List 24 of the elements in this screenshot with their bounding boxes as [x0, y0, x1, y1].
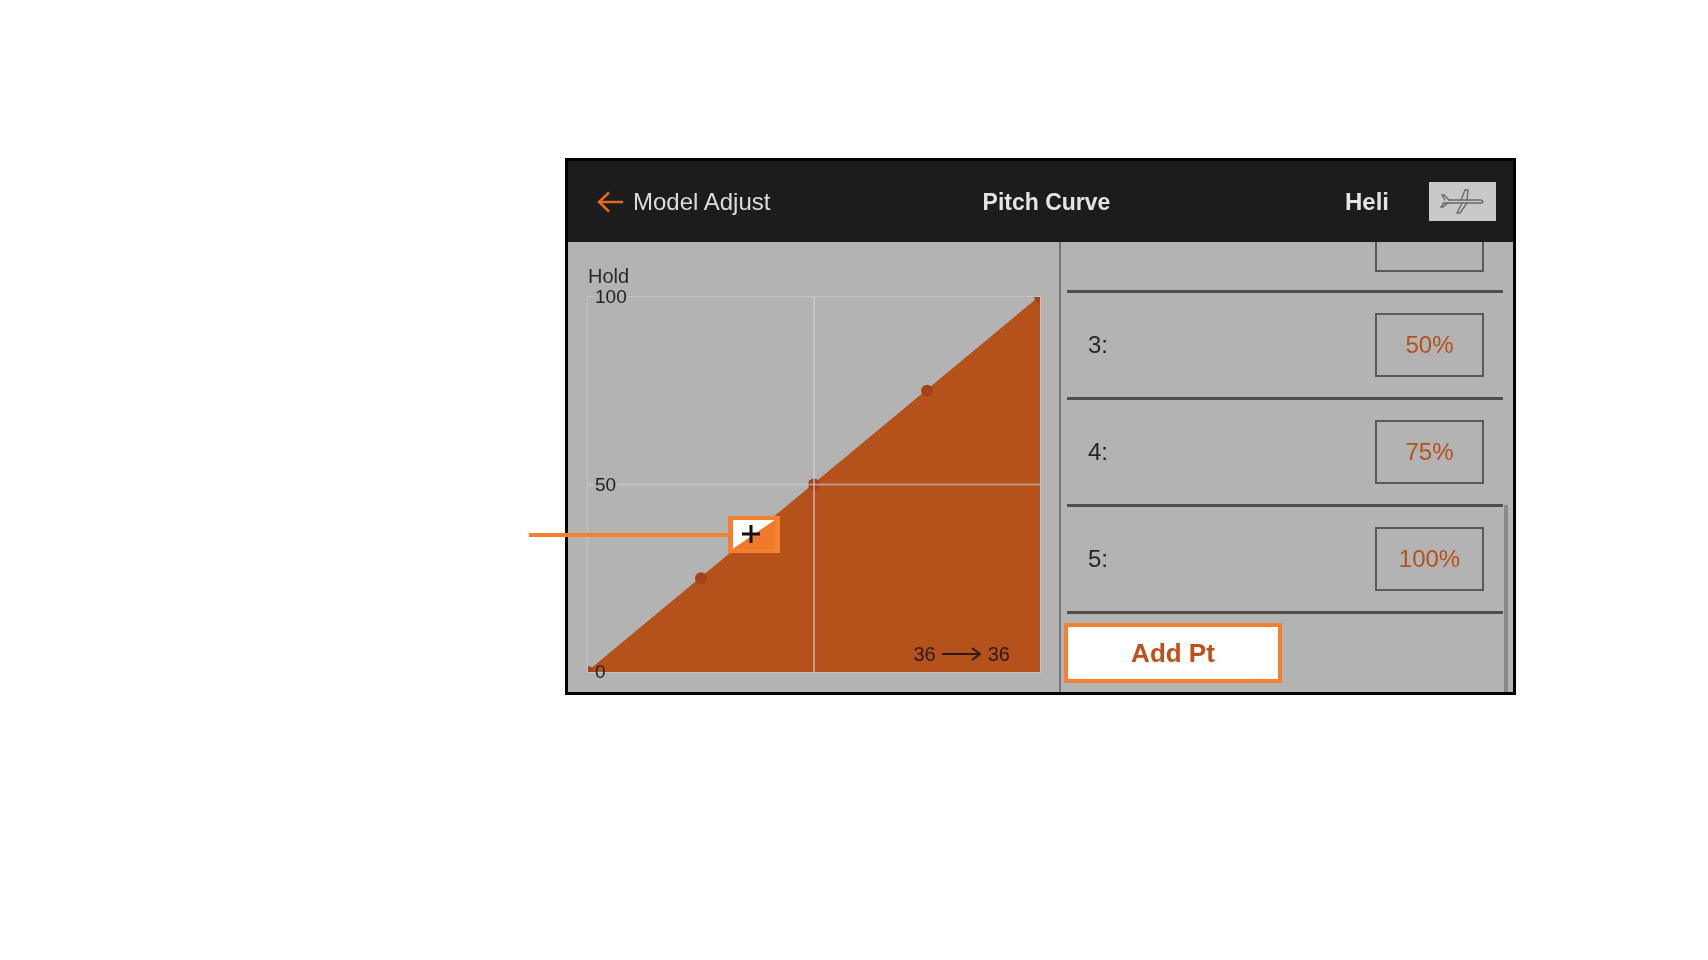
- scrollbar-thumb[interactable]: [1504, 505, 1508, 692]
- add-point-button[interactable]: Add Pt: [1064, 623, 1282, 683]
- point: [808, 478, 820, 491]
- output-value: 36: [987, 642, 1010, 666]
- airplane-icon[interactable]: [1429, 182, 1496, 221]
- value-field[interactable]: 50%: [1375, 313, 1484, 377]
- y-axis-label: 100: [594, 289, 628, 305]
- chart-title: Hold: [588, 264, 630, 288]
- arrow-right-icon: [941, 647, 982, 661]
- value-field[interactable]: 100%: [1375, 527, 1484, 591]
- point-label: 3:: [1088, 331, 1108, 359]
- point-label: 4:: [1088, 438, 1108, 466]
- value-field[interactable]: 75%: [1375, 420, 1484, 484]
- point: [695, 572, 707, 585]
- input-value: 36: [913, 642, 936, 666]
- point: [921, 384, 933, 397]
- screen-title: Pitch Curve: [982, 187, 1111, 216]
- model-type-label: Heli: [1345, 187, 1389, 216]
- back-button[interactable]: Model Adjust: [597, 187, 771, 216]
- point-label: 5:: [1088, 545, 1108, 573]
- y-axis-label: 50: [594, 476, 618, 493]
- crosshair-icon: [728, 516, 780, 553]
- value-field[interactable]: [1375, 242, 1484, 272]
- arrow-left-icon: [597, 190, 623, 213]
